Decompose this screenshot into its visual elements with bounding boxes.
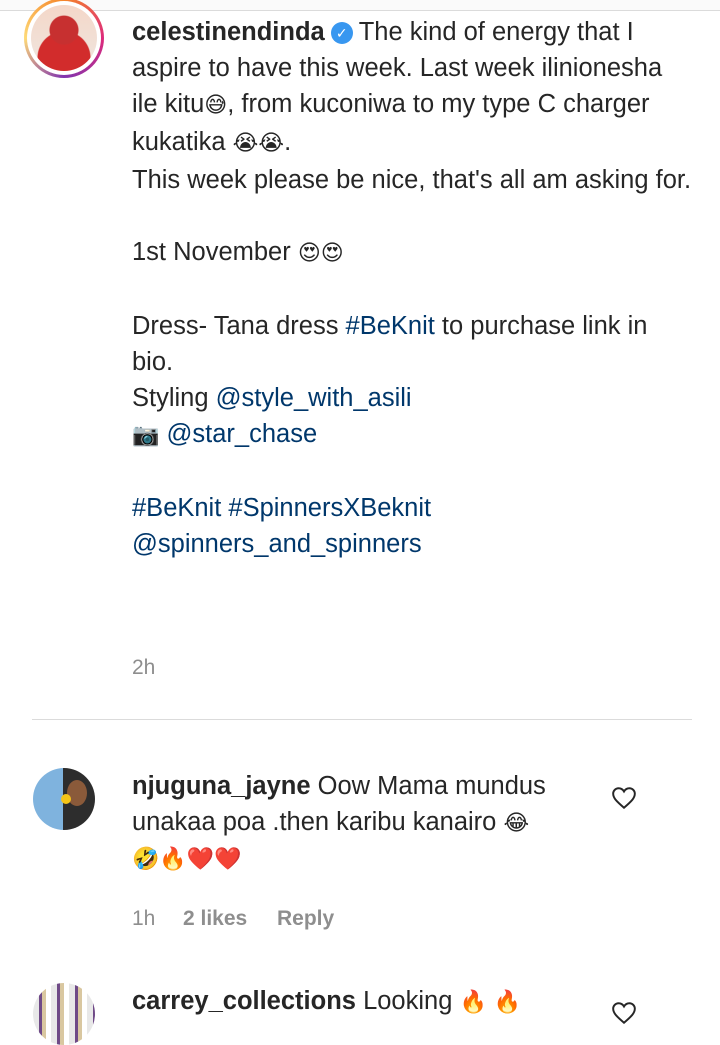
comment-avatar[interactable] (33, 768, 95, 830)
verified-badge-icon: ✓ (330, 22, 353, 44)
comment-username-2[interactable]: carrey_collections (132, 987, 356, 1015)
top-divider (0, 0, 720, 11)
fire-emoji-row: 🔥 🔥 (459, 990, 522, 1015)
post-author-avatar[interactable] (31, 5, 97, 71)
post-time: 2h (132, 656, 156, 679)
caption-text: celestinendinda ✓ The kind of energy that … (132, 14, 692, 562)
reply-label[interactable]: Reply (277, 907, 334, 930)
heart-outline-icon-2[interactable] (611, 1001, 637, 1025)
photo-handle-link[interactable]: @star_chase (167, 420, 318, 448)
comment-likes[interactable]: 2 likes (183, 907, 247, 931)
caption-line-3: This week please be nice, that's all am … (132, 166, 692, 194)
heart-outline-icon[interactable] (611, 786, 637, 810)
avatar-face (67, 780, 87, 806)
date-text: 1st November (132, 238, 291, 266)
hashtags-link[interactable]: #BeKnit #SpinnersXBeknit (132, 490, 692, 526)
comment-body-2: carrey_collections Looking 🔥 🔥 (132, 983, 602, 1021)
reply-button[interactable]: Reply (277, 907, 334, 931)
caption-line-2-end: . (284, 128, 292, 156)
comment-text-2: Looking (363, 987, 460, 1015)
comment-time: 1h (132, 907, 156, 930)
heart-eyes-emoji: 😍😍 (297, 241, 344, 266)
hashtag-beknit-link[interactable]: #BeKnit (346, 312, 435, 340)
comment-body: njuguna_jayne Oow Mama mundus unakaa poa… (132, 768, 602, 878)
avatar-flower (61, 794, 71, 804)
crying-emoji: 😭😭 (232, 131, 285, 156)
dress-text: Dress- Tana dress (132, 312, 346, 340)
post-author-username[interactable]: celestinendinda (132, 18, 325, 46)
comment-likes-label[interactable]: 2 likes (183, 907, 247, 930)
styling-text: Styling (132, 384, 216, 412)
sweat-smile-emoji: 😅 (204, 93, 228, 118)
comment-username[interactable]: njuguna_jayne (132, 772, 311, 800)
comment-avatar-2[interactable] (33, 983, 95, 1045)
comment-emoji-row: 🤣🔥❤️❤️ (132, 847, 242, 872)
styling-handle-link[interactable]: @style_with_asili (216, 384, 412, 412)
laugh-emoji: 😂 (503, 811, 530, 836)
mention-link[interactable]: @spinners_and_spinners (132, 526, 692, 562)
camera-emoji: 📷 (132, 423, 160, 448)
caption-divider (32, 719, 692, 720)
